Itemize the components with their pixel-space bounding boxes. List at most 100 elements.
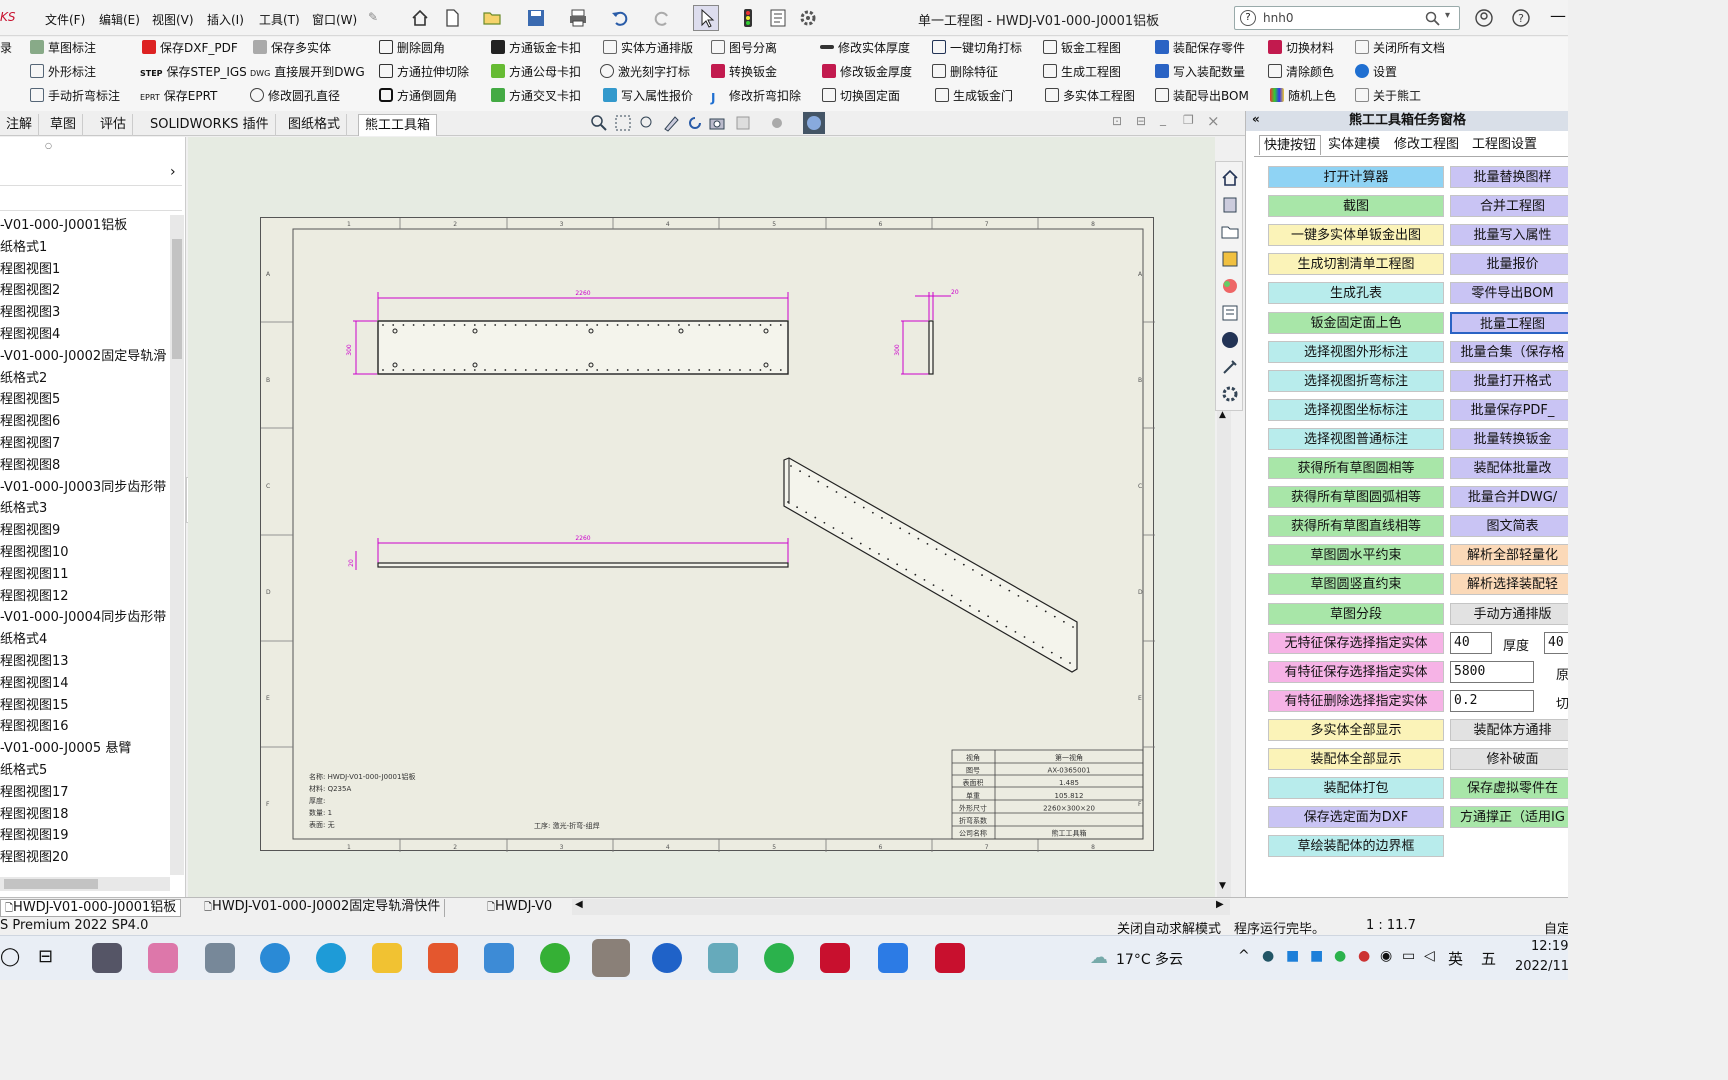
- pane-right-button[interactable]: 批量打开格式: [1450, 369, 1568, 392]
- tree-item[interactable]: 纸格式1: [0, 237, 47, 259]
- doc-close-icon[interactable]: ×: [1207, 112, 1220, 130]
- pane-left-button[interactable]: 有特征删除选择指定实体: [1268, 689, 1444, 712]
- pane-right-button[interactable]: 批量合集（保存格: [1450, 340, 1568, 363]
- ribbon-btn-generate-drawing[interactable]: 生成工程图: [1043, 62, 1121, 82]
- doc-restore-icon[interactable]: ❐: [1183, 113, 1194, 127]
- mic-icon[interactable]: ●: [1262, 948, 1274, 964]
- taskbar-notes-icon[interactable]: [708, 943, 738, 973]
- tree-scroll-thumb[interactable]: [172, 239, 182, 359]
- network-icon[interactable]: ▭: [1402, 948, 1415, 964]
- tray-expand-icon[interactable]: ^: [1238, 948, 1250, 964]
- length-input[interactable]: 5800: [1450, 661, 1534, 683]
- tree-item[interactable]: -V01-000-J0005 悬臂: [0, 738, 131, 760]
- tree-item[interactable]: 程图视图20: [0, 847, 69, 869]
- tab-sketch[interactable]: 草图: [44, 114, 84, 136]
- pane-left-button[interactable]: 打开计算器: [1268, 166, 1444, 188]
- tree-vertical-scrollbar[interactable]: [170, 215, 184, 875]
- tree-item[interactable]: 纸格式4: [0, 629, 47, 651]
- ribbon-btn-assembly-save-parts[interactable]: 装配保存零件: [1155, 38, 1245, 58]
- pin-icon[interactable]: ✎: [368, 10, 378, 24]
- 3dexperience-icon[interactable]: [1220, 330, 1240, 350]
- pane-left-button[interactable]: 草图圆水平约束: [1268, 544, 1444, 567]
- ime-language[interactable]: 英: [1448, 948, 1463, 969]
- ribbon-btn-one-click-corner-mark[interactable]: 一键切角打标: [932, 38, 1022, 58]
- ribbon-btn-save-multibody[interactable]: 保存多实体: [253, 38, 331, 58]
- traffic-light-icon[interactable]: [740, 8, 756, 28]
- tree-item[interactable]: 程图视图9: [0, 520, 60, 542]
- pane-right-button[interactable]: 零件导出BOM: [1450, 282, 1568, 305]
- tree-item[interactable]: 程图视图7: [0, 433, 60, 455]
- search-box[interactable]: ? hnh0 ▾: [1234, 6, 1460, 30]
- undo-icon[interactable]: [610, 8, 630, 28]
- ime-mode-icon[interactable]: 五: [1481, 948, 1496, 969]
- status-scale[interactable]: 1 : 11.7: [1366, 918, 1416, 933]
- pane-right-button[interactable]: 解析全部轻量化: [1450, 544, 1568, 567]
- taskbar-calculator-icon[interactable]: [205, 943, 235, 973]
- tab-xionggong-toolbox[interactable]: 熊工工具箱: [358, 114, 438, 136]
- pane-left-button[interactable]: 选择视图外形标注: [1268, 340, 1444, 363]
- tray-qq-icon[interactable]: ◉: [1380, 948, 1392, 964]
- tree-expand-chevron-icon[interactable]: ›: [170, 164, 176, 180]
- ribbon-btn-save-step-igs[interactable]: STEP 保存STEP_IGS: [140, 62, 247, 82]
- pane-left-button[interactable]: 选择视图坐标标注: [1268, 398, 1444, 421]
- ribbon-btn-generate-sheetmetal-door[interactable]: 生成钣金门: [935, 86, 1013, 106]
- weather-text[interactable]: 17°C 多云: [1116, 949, 1183, 969]
- tree-item[interactable]: 程图视图13: [0, 651, 69, 673]
- ribbon-btn-modify-bend-deduction[interactable]: J 修改折弯扣除: [711, 86, 801, 106]
- ribbon-btn-delete-feature[interactable]: 删除特征: [932, 62, 998, 82]
- menu-edit[interactable]: 编辑(E): [99, 11, 140, 28]
- ribbon-btn-modify-sheetmetal-thickness[interactable]: 修改钣金厚度: [822, 62, 912, 82]
- tab-evaluate[interactable]: 评估: [94, 114, 134, 136]
- pane-left-button[interactable]: 生成孔表: [1268, 282, 1444, 305]
- taskbar-store-icon[interactable]: [428, 943, 458, 973]
- search-taskbar-icon[interactable]: ◯: [0, 946, 20, 967]
- taskbar-solidworks-icon[interactable]: [820, 943, 850, 973]
- pane-left-button[interactable]: 获得所有草图直线相等: [1268, 515, 1444, 538]
- ribbon-btn-clear-color[interactable]: 清除颜色: [1268, 62, 1334, 82]
- pane-left-button[interactable]: 选择视图普通标注: [1268, 427, 1444, 450]
- tree-item[interactable]: 程图视图6: [0, 411, 60, 433]
- ribbon-btn-about[interactable]: 关于熊工: [1355, 86, 1421, 106]
- tray-app-3-icon[interactable]: ●: [1358, 948, 1370, 964]
- tree-filter-bar[interactable]: [0, 185, 182, 211]
- tree-item[interactable]: 纸格式3: [0, 498, 47, 520]
- tree-item[interactable]: 程图视图4: [0, 324, 60, 346]
- rebuild-icon[interactable]: [686, 114, 704, 132]
- pane-left-button[interactable]: 选择视图折弯标注: [1268, 369, 1444, 392]
- pane-right-button[interactable]: 装配体批量改: [1450, 457, 1568, 479]
- canvas-vertical-scrollbar[interactable]: ▲ ▼: [1217, 410, 1231, 897]
- scroll-down-icon[interactable]: ▼: [1219, 881, 1226, 891]
- taskbar-app-active-icon[interactable]: [592, 939, 630, 977]
- ribbon-btn-directory[interactable]: 录: [0, 38, 12, 58]
- pane-left-button[interactable]: 一键多实体单钣金出图: [1268, 224, 1444, 247]
- scroll-up-icon[interactable]: ▲: [1219, 410, 1226, 420]
- zoom-to-fit-icon[interactable]: [590, 114, 608, 132]
- file-properties-icon[interactable]: [768, 8, 788, 28]
- ribbon-btn-modify-solid-thickness[interactable]: 修改实体厚度: [820, 38, 910, 58]
- menu-insert[interactable]: 插入(I): [207, 11, 244, 28]
- tree-hscroll-thumb[interactable]: [4, 879, 98, 889]
- ribbon-btn-outline-dimension[interactable]: 外形标注: [30, 62, 96, 82]
- custom-properties-icon[interactable]: [1220, 303, 1240, 323]
- pane-right-button[interactable]: 批量替换图样: [1450, 166, 1568, 188]
- ribbon-btn-write-property-quote[interactable]: 写入属性报价: [603, 86, 693, 106]
- tree-item[interactable]: 程图视图5: [0, 389, 60, 411]
- previous-view-icon[interactable]: [638, 114, 656, 132]
- tab-sheet-format[interactable]: 图纸格式: [282, 114, 348, 136]
- tree-horizontal-scrollbar[interactable]: [0, 877, 170, 891]
- pane-right-button-lower[interactable]: 装配体方通排: [1450, 718, 1568, 741]
- taskbar-wechat-icon[interactable]: [764, 943, 794, 973]
- user-account-icon[interactable]: [1474, 8, 1494, 28]
- pane-left-button[interactable]: 无特征保存选择指定实体: [1268, 631, 1444, 654]
- pane-right-button-lower[interactable]: 方通撑正（适用IG: [1450, 806, 1568, 829]
- window-tile-icon[interactable]: ⊡: [1112, 114, 1122, 128]
- ribbon-btn-tube-male-female-clip[interactable]: 方通公母卡扣: [491, 62, 581, 82]
- save-icon[interactable]: [526, 8, 546, 28]
- taskbar-explorer-icon[interactable]: [372, 943, 402, 973]
- tab-solidworks-addins[interactable]: SOLIDWORKS 插件: [144, 114, 276, 136]
- search-input[interactable]: hnh0: [1263, 11, 1293, 25]
- pane-left-button[interactable]: 获得所有草图圆相等: [1268, 457, 1444, 479]
- design-library-icon[interactable]: [1220, 195, 1240, 215]
- tree-item[interactable]: 程图视图15: [0, 695, 69, 717]
- new-document-icon[interactable]: [442, 8, 462, 28]
